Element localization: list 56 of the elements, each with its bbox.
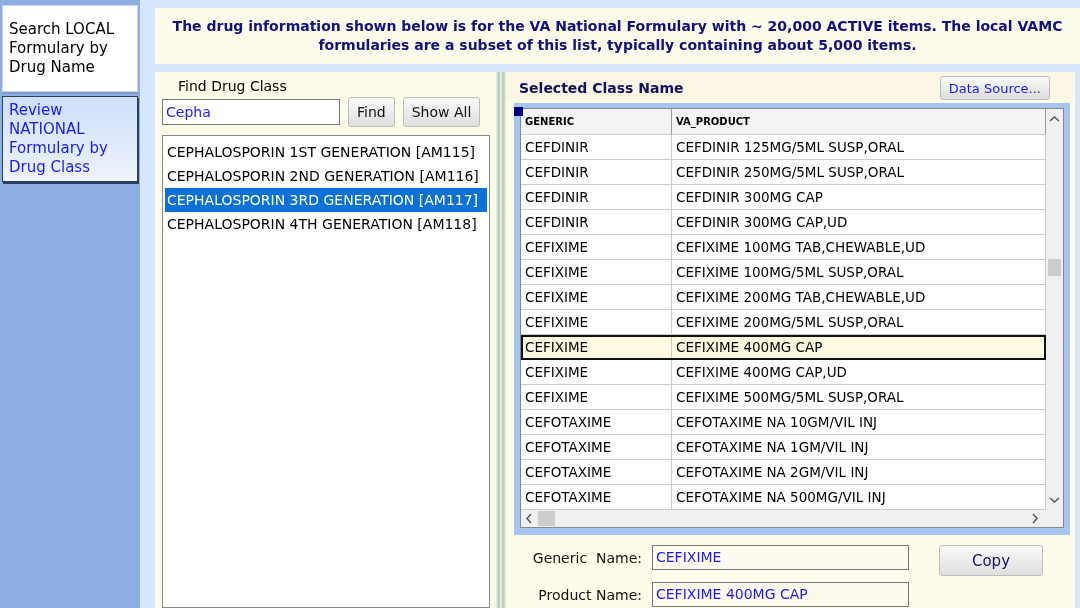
table-cell: CEFDINIR bbox=[521, 135, 672, 160]
selected-class-title: Selected Class Name bbox=[519, 80, 684, 96]
field-label: Generic Name: bbox=[531, 549, 642, 566]
column-header[interactable]: VA_PRODUCT bbox=[672, 109, 1046, 135]
table-cell: CEFDINIR bbox=[521, 185, 672, 210]
table-cell: CEFOTAXIME NA 500MG/VIL INJ bbox=[672, 485, 1046, 510]
table-cell: CEFIXIME bbox=[521, 260, 672, 285]
table-cell: CEFOTAXIME bbox=[521, 435, 672, 460]
table-cell: CEFOTAXIME bbox=[521, 460, 672, 485]
table-cell: CEFOTAXIME NA 1GM/VIL INJ bbox=[672, 435, 1046, 460]
copy-button[interactable]: Copy bbox=[939, 545, 1043, 576]
name-field[interactable]: CEFIXIME 400MG CAP bbox=[652, 582, 909, 607]
scroll-thumb[interactable] bbox=[538, 511, 555, 526]
table-cell: CEFDINIR 300MG CAP,UD bbox=[672, 210, 1046, 235]
scroll-thumb[interactable] bbox=[1048, 259, 1061, 276]
name-field[interactable]: CEFIXIME bbox=[652, 545, 909, 570]
panel-splitter[interactable] bbox=[496, 72, 506, 608]
table-cell: CEFOTAXIME bbox=[521, 485, 672, 510]
table-cell: CEFOTAXIME bbox=[521, 410, 672, 435]
row-marker-icon bbox=[514, 107, 523, 116]
table-cell: CEFIXIME 200MG TAB,CHEWABLE,UD bbox=[672, 285, 1046, 310]
table-cell: CEFIXIME 400MG CAP bbox=[672, 335, 1046, 360]
table-cell: CEFIXIME bbox=[521, 285, 672, 310]
field-label: Product Name: bbox=[537, 586, 642, 603]
find-button[interactable]: Find bbox=[348, 97, 395, 127]
class-list-item[interactable]: CEPHALOSPORIN 3RD GENERATION [AM117] bbox=[165, 188, 487, 212]
table-cell: CEFDINIR 300MG CAP bbox=[672, 185, 1046, 210]
nav-tab[interactable]: Search LOCAL Formulary by Drug Name bbox=[2, 5, 138, 92]
table-cell: CEFDINIR 250MG/5ML SUSP,ORAL bbox=[672, 160, 1046, 185]
table-cell: CEFIXIME bbox=[521, 360, 672, 385]
nav-tab[interactable]: Review NATIONAL Formulary by Drug Class bbox=[2, 96, 138, 182]
table-cell: CEFIXIME 100MG/5ML SUSP,ORAL bbox=[672, 260, 1046, 285]
find-drug-class-label: Find Drug Class bbox=[178, 78, 288, 94]
show-all-button[interactable]: Show All bbox=[402, 97, 481, 127]
table-cell: CEFOTAXIME NA 2GM/VIL INJ bbox=[672, 460, 1046, 485]
column-header[interactable]: GENERIC bbox=[521, 109, 672, 135]
table-cell: CEFIXIME 100MG TAB,CHEWABLE,UD bbox=[672, 235, 1046, 260]
table-cell: CEFDINIR 125MG/5ML SUSP,ORAL bbox=[672, 135, 1046, 160]
table-cell: CEFIXIME 200MG/5ML SUSP,ORAL bbox=[672, 310, 1046, 335]
table-cell: CEFIXIME 500MG/5ML SUSP,ORAL bbox=[672, 385, 1046, 410]
table-cell: CEFIXIME bbox=[521, 385, 672, 410]
data-source-button[interactable]: Data Source... bbox=[939, 76, 1050, 100]
class-list-item[interactable]: CEPHALOSPORIN 4TH GENERATION [AM118] bbox=[165, 212, 487, 236]
table-cell: CEFIXIME bbox=[521, 310, 672, 335]
class-list-item[interactable]: CEPHALOSPORIN 2ND GENERATION [AM116] bbox=[165, 164, 487, 188]
vertical-scrollbar[interactable] bbox=[1046, 109, 1063, 510]
horizontal-scrollbar[interactable] bbox=[521, 510, 1063, 527]
table-cell: CEFIXIME bbox=[521, 235, 672, 260]
table-cell: CEFIXIME bbox=[521, 335, 672, 360]
table-cell: CEFIXIME 400MG CAP,UD bbox=[672, 360, 1046, 385]
class-list-item[interactable]: CEPHALOSPORIN 1ST GENERATION [AM115] bbox=[165, 140, 487, 164]
table-cell: CEFOTAXIME NA 10GM/VIL INJ bbox=[672, 410, 1046, 435]
table-cell: CEFDINIR bbox=[521, 160, 672, 185]
class-search-field[interactable]: Cepha bbox=[162, 99, 340, 125]
table-cell: CEFDINIR bbox=[521, 210, 672, 235]
info-banner: The drug information shown below is for the VA National Formulary with ~ 20,000 ACTIVE items. The local VAMC formularies are a subset of this list, typically containing about 5,000 items. bbox=[155, 8, 1080, 64]
